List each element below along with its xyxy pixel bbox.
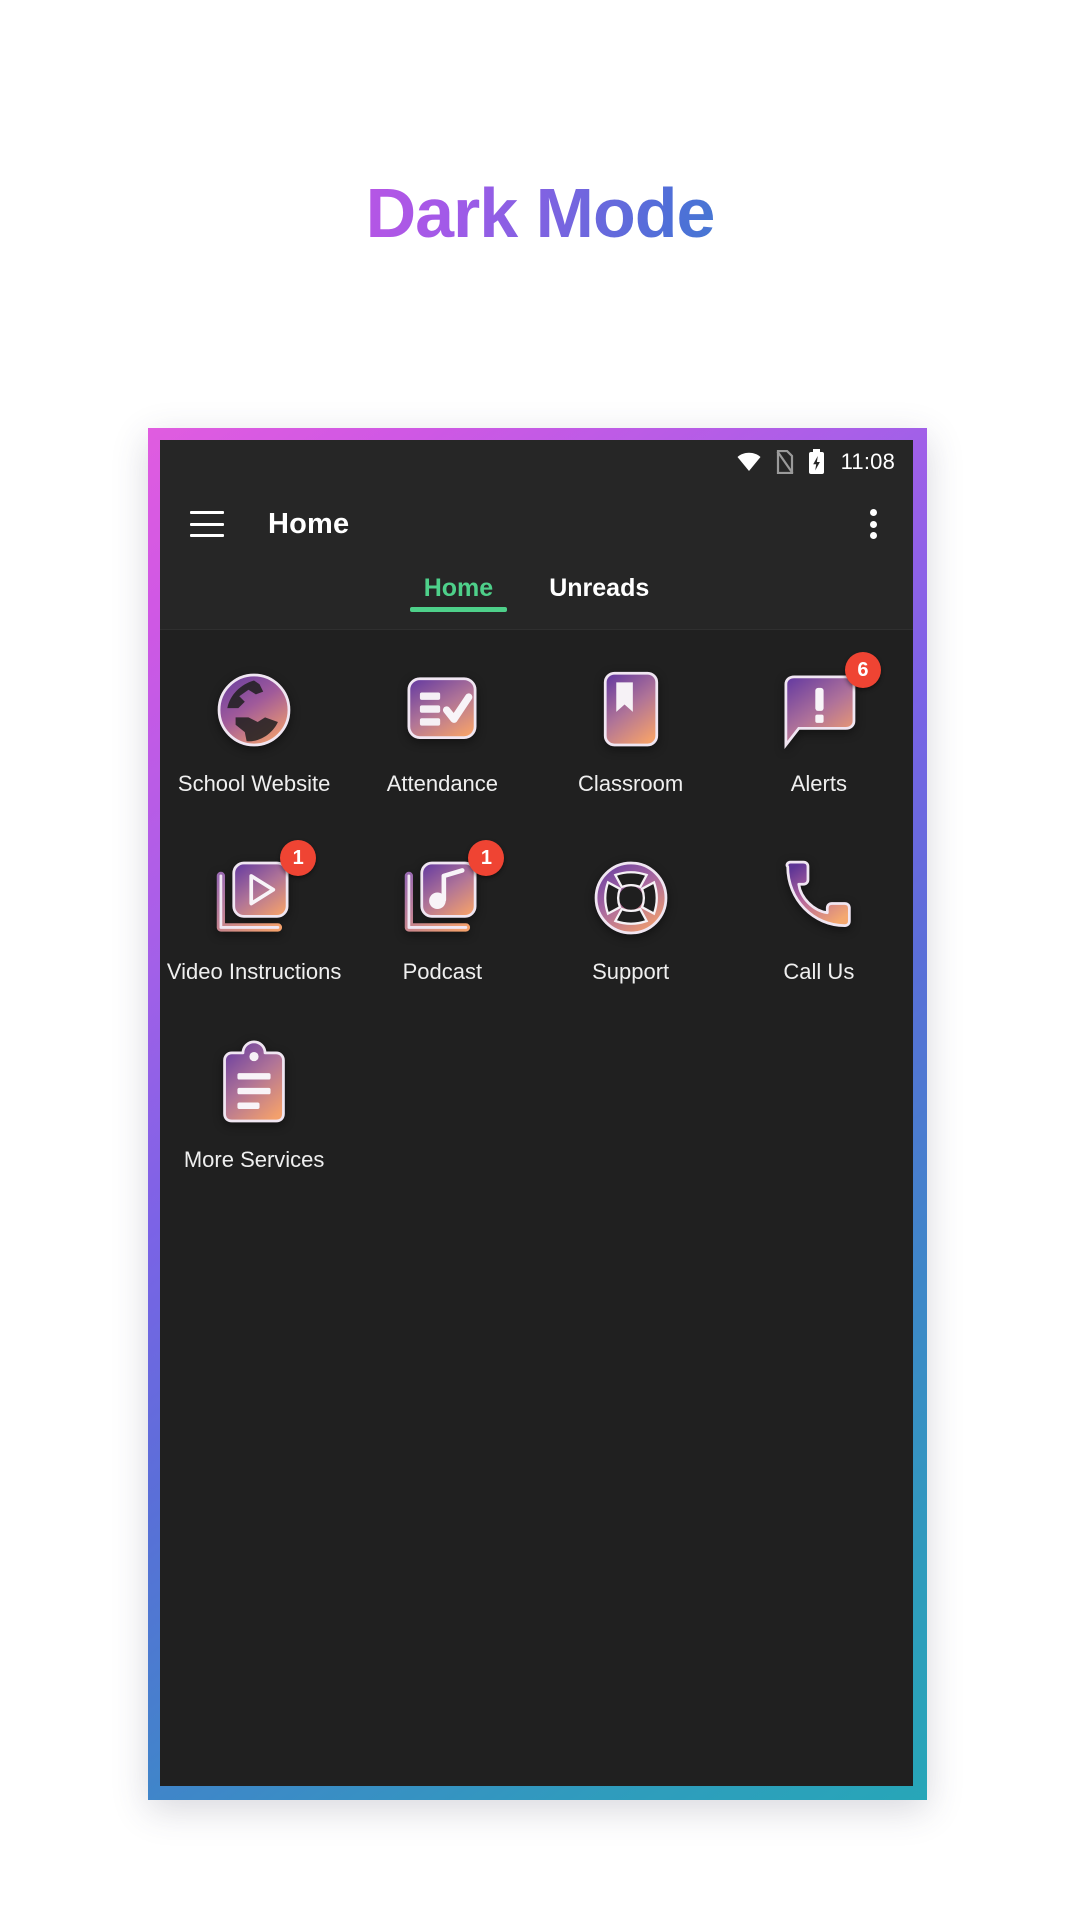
badge-count: 1	[280, 840, 317, 877]
icon-container	[208, 1040, 300, 1132]
grid-item-label: Call Us	[783, 959, 855, 985]
grid-item-more-services[interactable]: More Services	[160, 1040, 348, 1172]
lifebuoy-icon	[594, 861, 667, 935]
more-vertical-icon[interactable]	[859, 507, 887, 541]
icon-container	[585, 852, 677, 944]
grid-item-label: Support	[592, 959, 670, 985]
grid-item-podcast[interactable]: 1 Podcast	[348, 840, 536, 985]
checklist-icon	[407, 677, 477, 739]
page-title: Dark Mode	[0, 178, 1080, 248]
sim-card-off-icon	[776, 450, 794, 474]
grid-item-call-us[interactable]: Call Us	[725, 852, 913, 984]
phone-screen: 11:08 Home Home Unreads School Website A…	[160, 440, 913, 1786]
badge-count: 6	[844, 652, 881, 688]
grid-item-video-instructions[interactable]: 1 Video Instructions	[160, 840, 348, 985]
phone-handset-icon	[785, 860, 851, 928]
wifi-icon	[736, 452, 762, 472]
grid-item-label: Classroom	[578, 771, 684, 796]
grid-item-label: More Services	[183, 1147, 325, 1173]
battery-charging-icon	[808, 449, 825, 475]
hamburger-menu-icon[interactable]	[190, 511, 224, 537]
grid-item-label: Podcast	[402, 959, 483, 985]
icon-container	[773, 852, 865, 944]
grid-item-alerts[interactable]: 6 Alerts	[725, 652, 913, 796]
clipboard-list-icon	[223, 1040, 285, 1123]
grid-item-label: Attendance	[386, 771, 499, 796]
tab-unreads[interactable]: Unreads	[521, 564, 677, 603]
icon-container	[396, 664, 488, 756]
grid-item-label: Alerts	[790, 771, 847, 796]
grid-item-attendance[interactable]: Attendance	[348, 664, 536, 796]
badge-count: 1	[468, 840, 505, 877]
status-bar-time: 11:08	[840, 449, 895, 474]
grid-item-classroom[interactable]: Classroom	[537, 664, 725, 796]
globe-icon	[217, 673, 291, 747]
icon-container: 1	[208, 840, 317, 944]
status-bar: 11:08	[160, 440, 913, 484]
icon-container: 1	[396, 840, 505, 944]
app-bar-title: Home	[268, 507, 350, 540]
app-grid: School Website Attendance Classroom 6 Al…	[160, 652, 913, 1173]
tab-home-label: Home	[423, 574, 494, 602]
tab-active-indicator	[409, 607, 508, 612]
icon-container	[585, 664, 677, 756]
tab-unreads-label: Unreads	[549, 574, 650, 602]
tab-home[interactable]: Home	[396, 564, 521, 612]
grid-item-school-website[interactable]: School Website	[160, 664, 348, 796]
grid-item-label: School Website	[177, 771, 331, 796]
grid-item-support[interactable]: Support	[537, 852, 725, 984]
app-grid-area: School Website Attendance Classroom 6 Al…	[160, 630, 913, 1786]
bookmark-book-icon	[603, 671, 658, 747]
tab-bar: Home Unreads	[160, 564, 913, 630]
app-bar: Home	[160, 484, 913, 564]
icon-container: 6	[773, 652, 881, 756]
icon-container	[208, 664, 300, 756]
grid-item-label: Video Instructions	[166, 959, 342, 985]
phone-device-frame: 11:08 Home Home Unreads School Website A…	[148, 428, 927, 1800]
